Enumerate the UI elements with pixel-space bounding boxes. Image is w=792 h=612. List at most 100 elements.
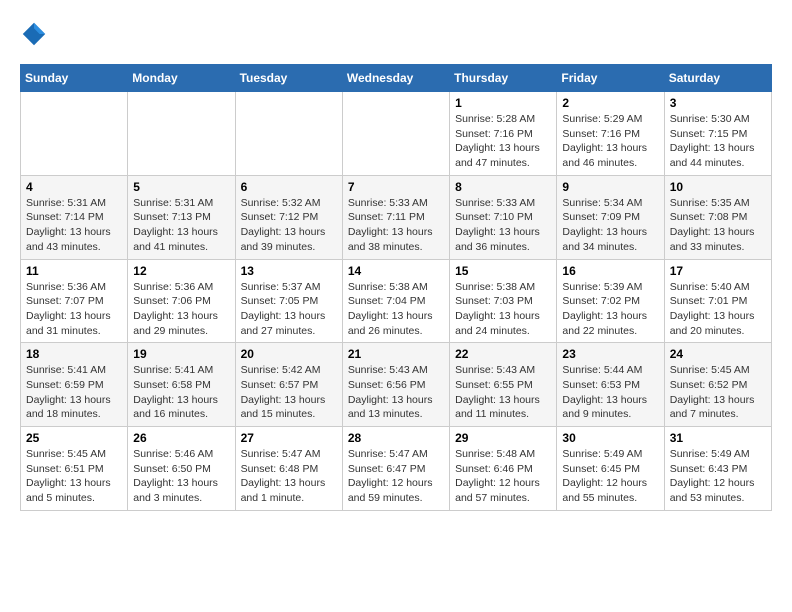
calendar-cell: 4 Sunrise: 5:31 AMSunset: 7:14 PMDaylight… — [21, 175, 128, 259]
calendar-header-row: SundayMondayTuesdayWednesdayThursdayFrid… — [21, 65, 772, 92]
calendar-cell: 31Sunrise: 5:49 AMSunset: 6:43 PMDayligh… — [664, 427, 771, 511]
day-number: 12 — [133, 264, 229, 278]
calendar-week-2: 4 Sunrise: 5:31 AMSunset: 7:14 PMDaylight… — [21, 175, 772, 259]
header-wednesday: Wednesday — [342, 65, 449, 92]
day-info: Sunrise: 5:48 AMSunset: 6:46 PMDaylight:… — [455, 447, 551, 506]
day-number: 24 — [670, 347, 766, 361]
calendar-cell: 23 Sunrise: 5:44 AMSunset: 6:53 PMDayligh… — [557, 343, 664, 427]
calendar-cell: 8 Sunrise: 5:33 AMSunset: 7:10 PMDaylight… — [450, 175, 557, 259]
calendar-week-5: 25 Sunrise: 5:45 AMSunset: 6:51 PMDayligh… — [21, 427, 772, 511]
calendar-cell: 12 Sunrise: 5:36 AMSunset: 7:06 PMDayligh… — [128, 259, 235, 343]
day-info: Sunrise: 5:39 AMSunset: 7:02 PMDaylight:… — [562, 280, 658, 339]
calendar-cell: 7 Sunrise: 5:33 AMSunset: 7:11 PMDaylight… — [342, 175, 449, 259]
day-number: 27 — [241, 431, 337, 445]
day-info: Sunrise: 5:47 AMSunset: 6:48 PMDaylight:… — [241, 447, 337, 506]
calendar-cell: 13Sunrise: 5:37 AMSunset: 7:05 PMDayligh… — [235, 259, 342, 343]
calendar-cell: 1Sunrise: 5:28 AMSunset: 7:16 PMDaylight… — [450, 92, 557, 176]
day-number: 14 — [348, 264, 444, 278]
day-number: 23 — [562, 347, 658, 361]
calendar-cell: 15 Sunrise: 5:38 AMSunset: 7:03 PMDayligh… — [450, 259, 557, 343]
header-sunday: Sunday — [21, 65, 128, 92]
day-number: 13 — [241, 264, 337, 278]
calendar-cell: 30 Sunrise: 5:49 AMSunset: 6:45 PMDayligh… — [557, 427, 664, 511]
calendar-week-1: 1Sunrise: 5:28 AMSunset: 7:16 PMDaylight… — [21, 92, 772, 176]
day-number: 29 — [455, 431, 551, 445]
header-friday: Friday — [557, 65, 664, 92]
calendar-cell: 10 Sunrise: 5:35 AMSunset: 7:08 PMDayligh… — [664, 175, 771, 259]
header-thursday: Thursday — [450, 65, 557, 92]
day-number: 3 — [670, 96, 766, 110]
day-number: 11 — [26, 264, 122, 278]
day-number: 4 — [26, 180, 122, 194]
calendar-cell: 19 Sunrise: 5:41 AMSunset: 6:58 PMDayligh… — [128, 343, 235, 427]
calendar-cell — [128, 92, 235, 176]
day-number: 21 — [348, 347, 444, 361]
day-info: Sunrise: 5:43 AMSunset: 6:56 PMDaylight:… — [348, 363, 444, 422]
header-monday: Monday — [128, 65, 235, 92]
calendar-cell — [21, 92, 128, 176]
day-info: Sunrise: 5:30 AMSunset: 7:15 PMDaylight:… — [670, 112, 766, 171]
calendar-cell: 22 Sunrise: 5:43 AMSunset: 6:55 PMDayligh… — [450, 343, 557, 427]
day-info: Sunrise: 5:33 AMSunset: 7:11 PMDaylight:… — [348, 196, 444, 255]
day-info: Sunrise: 5:31 AMSunset: 7:14 PMDaylight:… — [26, 196, 122, 255]
day-number: 8 — [455, 180, 551, 194]
calendar-cell: 16 Sunrise: 5:39 AMSunset: 7:02 PMDayligh… — [557, 259, 664, 343]
header-tuesday: Tuesday — [235, 65, 342, 92]
day-number: 30 — [562, 431, 658, 445]
day-number: 18 — [26, 347, 122, 361]
calendar-cell — [342, 92, 449, 176]
day-number: 7 — [348, 180, 444, 194]
calendar-cell: 27 Sunrise: 5:47 AMSunset: 6:48 PMDayligh… — [235, 427, 342, 511]
day-number: 26 — [133, 431, 229, 445]
day-info: Sunrise: 5:45 AMSunset: 6:52 PMDaylight:… — [670, 363, 766, 422]
calendar-cell: 6Sunrise: 5:32 AMSunset: 7:12 PMDaylight… — [235, 175, 342, 259]
day-info: Sunrise: 5:35 AMSunset: 7:08 PMDaylight:… — [670, 196, 766, 255]
day-info: Sunrise: 5:43 AMSunset: 6:55 PMDaylight:… — [455, 363, 551, 422]
header-saturday: Saturday — [664, 65, 771, 92]
day-number: 15 — [455, 264, 551, 278]
day-info: Sunrise: 5:40 AMSunset: 7:01 PMDaylight:… — [670, 280, 766, 339]
day-info: Sunrise: 5:36 AMSunset: 7:06 PMDaylight:… — [133, 280, 229, 339]
calendar-cell: 3 Sunrise: 5:30 AMSunset: 7:15 PMDaylight… — [664, 92, 771, 176]
calendar-cell: 2 Sunrise: 5:29 AMSunset: 7:16 PMDaylight… — [557, 92, 664, 176]
calendar-cell: 26 Sunrise: 5:46 AMSunset: 6:50 PMDayligh… — [128, 427, 235, 511]
logo-icon — [20, 20, 48, 48]
calendar-cell: 21 Sunrise: 5:43 AMSunset: 6:56 PMDayligh… — [342, 343, 449, 427]
day-info: Sunrise: 5:38 AMSunset: 7:03 PMDaylight:… — [455, 280, 551, 339]
calendar-cell: 24 Sunrise: 5:45 AMSunset: 6:52 PMDayligh… — [664, 343, 771, 427]
calendar-cell: 20Sunrise: 5:42 AMSunset: 6:57 PMDayligh… — [235, 343, 342, 427]
calendar-cell: 14 Sunrise: 5:38 AMSunset: 7:04 PMDayligh… — [342, 259, 449, 343]
day-info: Sunrise: 5:49 AMSunset: 6:45 PMDaylight:… — [562, 447, 658, 506]
day-number: 16 — [562, 264, 658, 278]
day-info: Sunrise: 5:45 AMSunset: 6:51 PMDaylight:… — [26, 447, 122, 506]
day-number: 1 — [455, 96, 551, 110]
calendar-cell: 5 Sunrise: 5:31 AMSunset: 7:13 PMDaylight… — [128, 175, 235, 259]
day-info: Sunrise: 5:42 AMSunset: 6:57 PMDaylight:… — [241, 363, 337, 422]
calendar-cell: 18 Sunrise: 5:41 AMSunset: 6:59 PMDayligh… — [21, 343, 128, 427]
day-number: 9 — [562, 180, 658, 194]
day-info: Sunrise: 5:49 AMSunset: 6:43 PMDaylight:… — [670, 447, 766, 506]
day-info: Sunrise: 5:44 AMSunset: 6:53 PMDaylight:… — [562, 363, 658, 422]
day-number: 2 — [562, 96, 658, 110]
day-number: 22 — [455, 347, 551, 361]
day-number: 5 — [133, 180, 229, 194]
calendar-cell: 25 Sunrise: 5:45 AMSunset: 6:51 PMDayligh… — [21, 427, 128, 511]
day-info: Sunrise: 5:38 AMSunset: 7:04 PMDaylight:… — [348, 280, 444, 339]
day-number: 19 — [133, 347, 229, 361]
day-info: Sunrise: 5:29 AMSunset: 7:16 PMDaylight:… — [562, 112, 658, 171]
calendar-week-4: 18 Sunrise: 5:41 AMSunset: 6:59 PMDayligh… — [21, 343, 772, 427]
calendar-cell: 28 Sunrise: 5:47 AMSunset: 6:47 PMDayligh… — [342, 427, 449, 511]
day-info: Sunrise: 5:31 AMSunset: 7:13 PMDaylight:… — [133, 196, 229, 255]
day-number: 10 — [670, 180, 766, 194]
day-number: 25 — [26, 431, 122, 445]
day-info: Sunrise: 5:47 AMSunset: 6:47 PMDaylight:… — [348, 447, 444, 506]
day-info: Sunrise: 5:41 AMSunset: 6:59 PMDaylight:… — [26, 363, 122, 422]
day-info: Sunrise: 5:33 AMSunset: 7:10 PMDaylight:… — [455, 196, 551, 255]
day-info: Sunrise: 5:34 AMSunset: 7:09 PMDaylight:… — [562, 196, 658, 255]
calendar-cell — [235, 92, 342, 176]
day-number: 28 — [348, 431, 444, 445]
calendar-cell: 11Sunrise: 5:36 AMSunset: 7:07 PMDayligh… — [21, 259, 128, 343]
page-header — [20, 20, 772, 48]
day-info: Sunrise: 5:41 AMSunset: 6:58 PMDaylight:… — [133, 363, 229, 422]
day-info: Sunrise: 5:46 AMSunset: 6:50 PMDaylight:… — [133, 447, 229, 506]
